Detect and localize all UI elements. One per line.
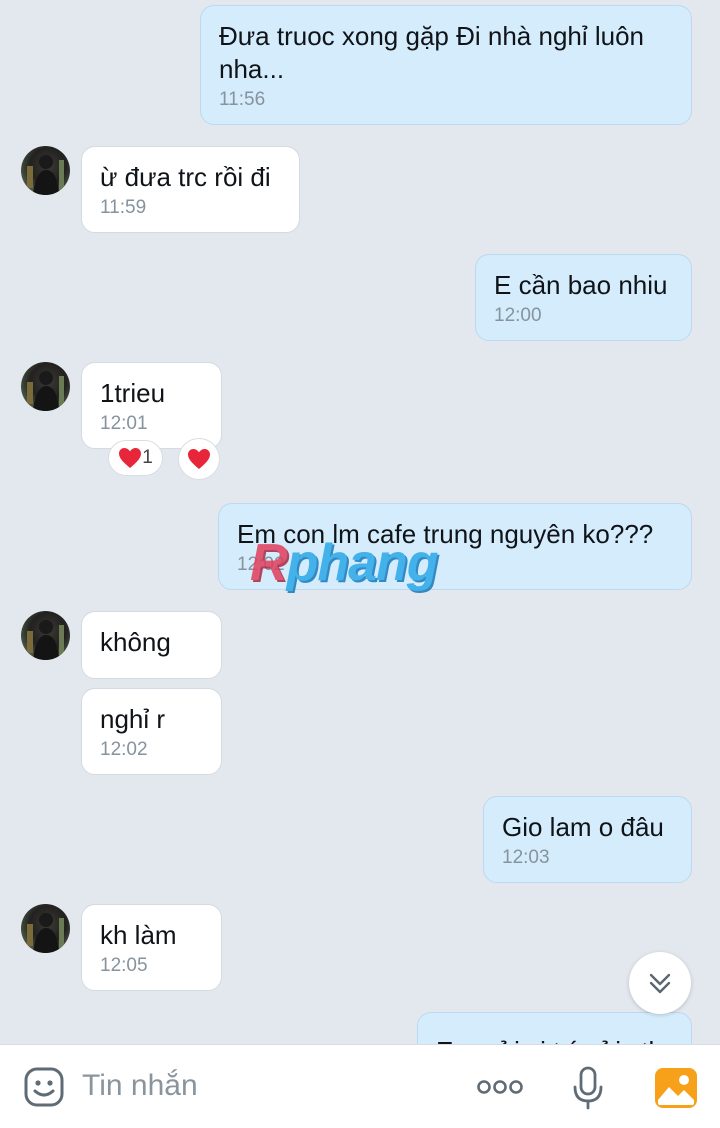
image-icon: [655, 1068, 697, 1108]
message-outgoing[interactable]: E cần bao nhiu 12:00: [475, 254, 692, 341]
message-time: 12:01: [100, 413, 148, 434]
more-button[interactable]: [474, 1065, 526, 1109]
heart-icon: [188, 449, 210, 469]
message-incoming[interactable]: 1trieu 12:01: [81, 362, 222, 449]
message-time: 11:59: [100, 197, 147, 218]
avatar[interactable]: [21, 362, 70, 411]
react-button[interactable]: [178, 438, 220, 480]
sticker-icon: [24, 1067, 64, 1107]
gallery-button[interactable]: [653, 1065, 699, 1111]
reaction-count: 1: [142, 447, 153, 468]
message-incoming[interactable]: không: [81, 611, 222, 679]
message-text: nghỉ r: [100, 704, 166, 734]
message-time: 12:05: [100, 955, 148, 976]
message-text: Đưa truoc xong gặp Đi nhà nghỉ luôn nha.…: [219, 21, 645, 84]
message-time: 11:56: [219, 89, 266, 110]
message-text: kh làm: [100, 920, 177, 950]
voice-record-button[interactable]: [568, 1065, 608, 1111]
message-text: Gio lam o đâu: [502, 812, 664, 842]
message-time: 12:02: [100, 739, 148, 760]
message-input[interactable]: Tin nhắn: [82, 1069, 198, 1103]
message-text: ừ đưa trc rồi đi: [100, 162, 271, 192]
message-input-bar: Tin nhắn: [0, 1044, 720, 1128]
scroll-to-bottom-button[interactable]: [629, 952, 691, 1014]
microphone-icon: [573, 1066, 603, 1110]
reaction-summary[interactable]: 1: [108, 440, 163, 476]
watermark-logo: Rphang: [250, 534, 439, 592]
message-text: E cần bao nhiu: [494, 270, 668, 300]
message-text: không: [100, 627, 171, 657]
chat-area[interactable]: Đưa truoc xong gặp Đi nhà nghỉ luôn nha.…: [0, 0, 720, 1044]
avatar[interactable]: [21, 904, 70, 953]
message-time: 12:00: [494, 305, 542, 326]
more-icon: [477, 1080, 523, 1094]
message-incoming[interactable]: ừ đưa trc rồi đi 11:59: [81, 146, 300, 233]
message-text: Em gửi vị trí gửi stk: [436, 1035, 673, 1044]
sticker-button[interactable]: [22, 1065, 66, 1109]
message-incoming[interactable]: nghỉ r 12:02: [81, 688, 222, 775]
message-incoming[interactable]: kh làm 12:05: [81, 904, 222, 991]
avatar[interactable]: [21, 611, 70, 660]
message-outgoing[interactable]: Em gửi vị trí gửi stk: [417, 1012, 692, 1044]
chevron-double-down-icon: [649, 973, 671, 994]
message-text: 1trieu: [100, 378, 166, 408]
message-time: 12:03: [502, 847, 550, 868]
heart-icon: [119, 448, 142, 468]
message-outgoing[interactable]: Đưa truoc xong gặp Đi nhà nghỉ luôn nha.…: [200, 5, 692, 125]
avatar[interactable]: [21, 146, 70, 195]
message-outgoing[interactable]: Gio lam o đâu 12:03: [483, 796, 692, 883]
